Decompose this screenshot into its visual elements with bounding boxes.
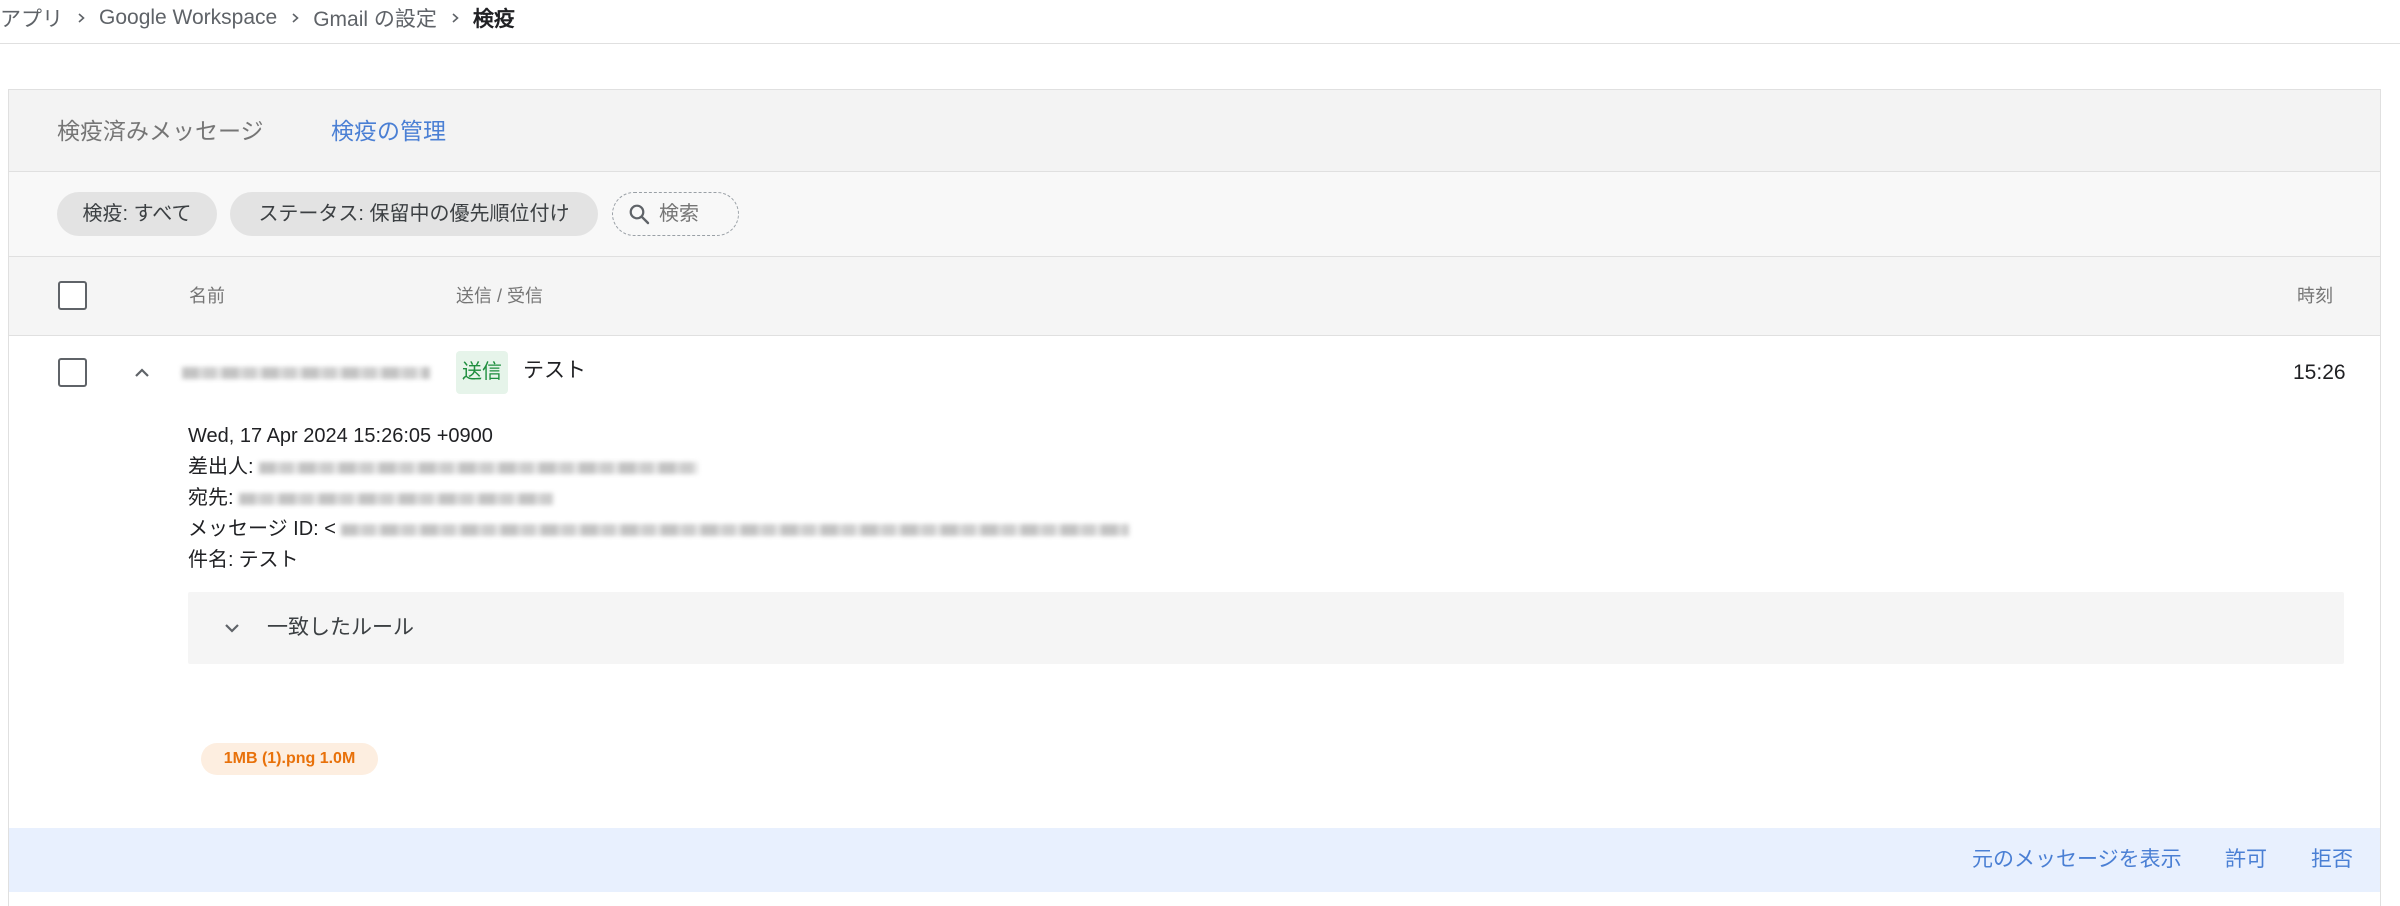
column-header-time: 時刻 bbox=[2297, 286, 2333, 306]
detail-to-label: 宛先: bbox=[188, 487, 234, 509]
breadcrumb-item-apps[interactable]: アプリ bbox=[0, 3, 63, 33]
search-input[interactable] bbox=[659, 202, 723, 226]
redacted-to-address bbox=[238, 492, 553, 505]
search-box[interactable] bbox=[612, 192, 739, 236]
view-original-button[interactable]: 元のメッセージを表示 bbox=[1972, 828, 2182, 892]
chevron-right-icon bbox=[63, 0, 99, 36]
select-all-checkbox[interactable] bbox=[58, 281, 87, 310]
search-icon bbox=[627, 202, 651, 226]
direction-badge: 送信 bbox=[456, 351, 508, 394]
detail-date: Wed, 17 Apr 2024 15:26:05 +0900 bbox=[188, 425, 493, 447]
header-divider bbox=[0, 43, 2400, 44]
quarantine-card: 検疫済みメッセージ 検疫の管理 検疫: すべて ステータス: 保留中の優先順位付… bbox=[8, 89, 2381, 906]
message-subject: テスト bbox=[523, 359, 586, 382]
breadcrumb: アプリ Google Workspace Gmail の設定 検疫 bbox=[0, 0, 515, 36]
redacted-sender-name bbox=[182, 367, 430, 379]
filter-bar: 検疫: すべて ステータス: 保留中の優先順位付け bbox=[9, 172, 2380, 257]
quarantine-filter-chip[interactable]: 検疫: すべて bbox=[57, 192, 217, 236]
breadcrumb-item-google-workspace[interactable]: Google Workspace bbox=[99, 6, 277, 30]
redacted-message-id bbox=[340, 523, 1129, 536]
matched-rules-label: 一致したルール bbox=[267, 616, 414, 639]
breadcrumb-item-quarantine: 検疫 bbox=[472, 8, 515, 31]
column-header-name: 名前 bbox=[189, 286, 225, 306]
status-filter-chip[interactable]: ステータス: 保留中の優先順位付け bbox=[230, 192, 598, 236]
detail-from: 差出人: bbox=[188, 452, 1129, 483]
detail-to: 宛先: bbox=[188, 483, 1129, 514]
allow-button[interactable]: 許可 bbox=[2225, 828, 2267, 892]
chevron-up-icon[interactable] bbox=[130, 361, 154, 385]
reject-button[interactable]: 拒否 bbox=[2311, 828, 2353, 892]
detail-subject-label: 件名: bbox=[188, 549, 234, 571]
attachment-chip[interactable]: 1MB (1).png 1.0M bbox=[201, 743, 378, 775]
detail-message-id-label: メッセージ ID: < bbox=[188, 518, 336, 540]
detail-message-id: メッセージ ID: < bbox=[188, 514, 1129, 545]
tab-manage-quarantine[interactable]: 検疫の管理 bbox=[331, 90, 446, 172]
chevron-right-icon bbox=[277, 0, 313, 36]
message-time: 15:26 bbox=[2293, 361, 2346, 384]
detail-subject: 件名: テスト bbox=[188, 545, 1129, 576]
chevron-down-icon bbox=[220, 616, 244, 645]
tab-bar: 検疫済みメッセージ 検疫の管理 bbox=[9, 90, 2380, 172]
redacted-from-address bbox=[258, 461, 698, 474]
message-details: Wed, 17 Apr 2024 15:26:05 +0900 差出人: 宛先:… bbox=[188, 421, 1129, 576]
matched-rules-expander[interactable]: 一致したルール bbox=[188, 592, 2344, 664]
action-bar: 元のメッセージを表示 許可 拒否 bbox=[9, 828, 2380, 892]
row-checkbox[interactable] bbox=[58, 358, 87, 387]
tab-quarantined-messages[interactable]: 検疫済みメッセージ bbox=[57, 90, 264, 172]
detail-subject-value: テスト bbox=[238, 549, 299, 571]
column-header-direction: 送信 / 受信 bbox=[456, 286, 544, 306]
table-header: 名前 送信 / 受信 時刻 bbox=[9, 257, 2380, 336]
chevron-right-icon bbox=[437, 0, 473, 36]
breadcrumb-item-gmail-settings[interactable]: Gmail の設定 bbox=[313, 3, 437, 33]
detail-from-label: 差出人: bbox=[188, 456, 254, 478]
